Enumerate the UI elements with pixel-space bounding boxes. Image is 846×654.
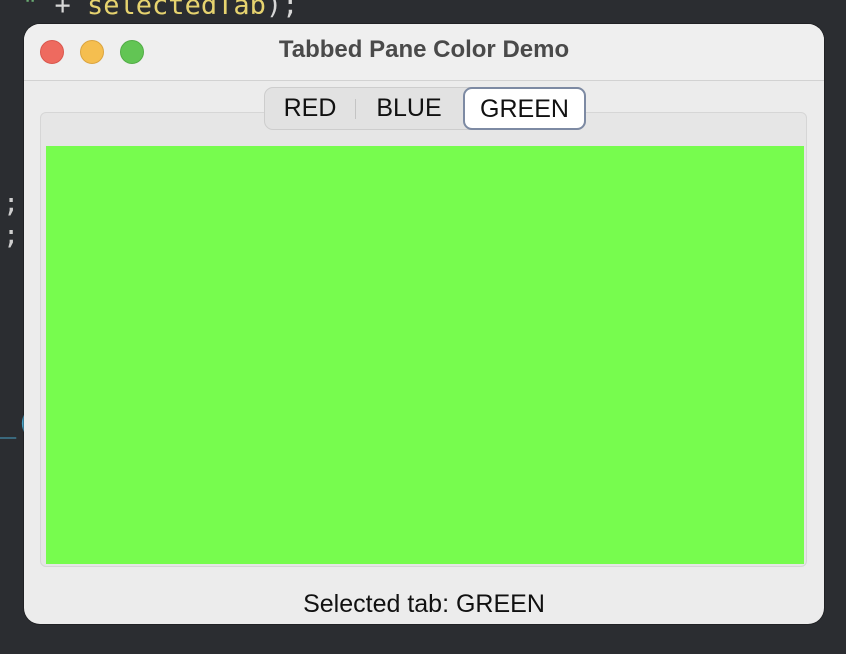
tab-red[interactable]: RED — [265, 88, 355, 129]
tab-content-panel — [46, 146, 804, 564]
app-window: Tabbed Pane Color Demo RED BLUE GREEN Se… — [24, 24, 824, 624]
code-line: " + selectedTab); — [22, 0, 298, 21]
title-bar: Tabbed Pane Color Demo — [24, 24, 824, 81]
tab-green[interactable]: GREEN — [463, 87, 586, 130]
code-operator: + — [54, 0, 88, 21]
window-title: Tabbed Pane Color Demo — [278, 36, 570, 63]
tab-bar: RED BLUE GREEN — [264, 87, 586, 130]
code-punctuation: ); — [265, 0, 299, 21]
status-label: Selected tab: GREEN — [303, 590, 545, 618]
code-string-fragment: " — [22, 0, 55, 21]
tab-blue[interactable]: BLUE — [356, 88, 462, 129]
code-identifier: selectedTab — [87, 0, 266, 21]
code-semicolon: ; — [3, 220, 20, 251]
code-semicolon: ; — [3, 188, 20, 219]
